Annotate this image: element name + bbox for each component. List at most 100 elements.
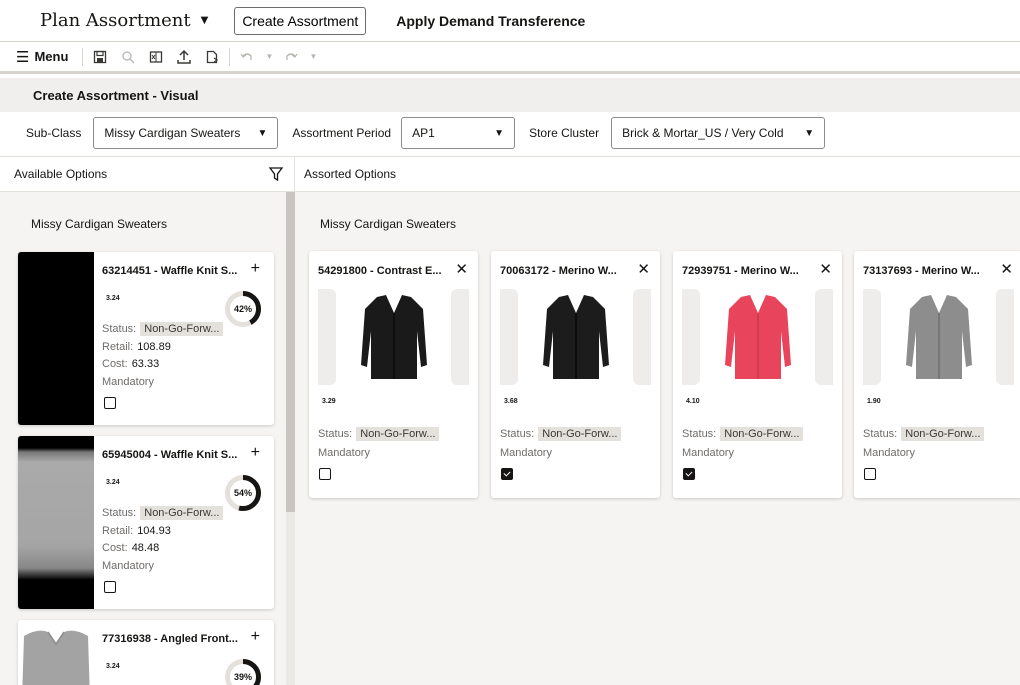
next-image[interactable] <box>996 289 1014 385</box>
available-option-card[interactable]: 65945004 - Waffle Knit S... + 3.24 54% S… <box>18 436 274 609</box>
toolbar-divider <box>82 47 84 66</box>
add-icon[interactable]: + <box>251 260 260 278</box>
search-icon[interactable] <box>117 46 139 68</box>
close-icon[interactable]: ✕ <box>819 260 832 278</box>
status-label: Status: <box>318 428 353 440</box>
status-badge: Non-Go-Forw... <box>720 427 804 441</box>
status-row: Status: Non-Go-Forw... <box>682 427 804 441</box>
close-icon[interactable]: ✕ <box>1000 260 1013 278</box>
next-image[interactable] <box>815 289 833 385</box>
excel-export-icon[interactable] <box>145 46 167 68</box>
available-options-title: Available Options <box>14 167 108 181</box>
scrollbar[interactable] <box>286 192 295 685</box>
assorted-options-pane: Missy Cardigan Sweaters 54291800 - Contr… <box>295 192 1020 685</box>
plan-title: Plan Assortment <box>40 10 191 31</box>
hamburger-icon: ☰ <box>16 48 30 66</box>
status-label: Status: <box>102 323 137 335</box>
product-image <box>526 289 625 385</box>
option-title: 63214451 - Waffle Knit S... <box>102 265 238 277</box>
image-carousel[interactable] <box>863 289 1014 385</box>
retail-label: Retail: <box>102 341 134 353</box>
product-image <box>889 289 988 385</box>
assorted-option-card[interactable]: 54291800 - Contrast E... ✕ 3.29 Status: … <box>309 251 478 498</box>
status-label: Status: <box>682 428 717 440</box>
image-carousel[interactable] <box>682 289 833 385</box>
status-badge: Non-Go-Forw... <box>538 427 622 441</box>
mandatory-checkbox[interactable] <box>864 468 876 480</box>
assorted-option-card[interactable]: 70063172 - Merino W... ✕ 3.68 Status: No… <box>491 251 660 498</box>
caret-down-icon: ▼ <box>804 127 815 139</box>
mandatory-label: Mandatory <box>102 560 154 572</box>
next-image[interactable] <box>451 289 469 385</box>
option-metric: 3.68 <box>504 398 518 405</box>
previous-image[interactable] <box>863 289 881 385</box>
assorted-options-title: Assorted Options <box>304 167 397 181</box>
cost-row: Cost: 48.48 <box>102 542 159 554</box>
percent-label: 54% <box>233 488 252 498</box>
mandatory-label: Mandatory <box>102 376 154 388</box>
redo-icon[interactable] <box>280 46 302 68</box>
assortment-period-label: Assortment Period <box>292 126 392 140</box>
available-option-card[interactable]: 63214451 - Waffle Knit S... + 3.24 42% S… <box>18 252 274 425</box>
available-group-title: Missy Cardigan Sweaters <box>31 217 168 231</box>
add-icon[interactable]: + <box>251 628 260 646</box>
add-icon[interactable]: + <box>251 444 260 462</box>
image-carousel[interactable] <box>318 289 469 385</box>
status-label: Status: <box>863 428 898 440</box>
option-title: 72939751 - Merino W... <box>682 265 799 277</box>
product-image <box>708 289 807 385</box>
available-options-header: Available Options <box>0 156 295 192</box>
store-cluster-label: Store Cluster <box>529 126 600 140</box>
caret-down-icon: ▼ <box>257 127 268 139</box>
undo-dropdown-icon[interactable]: ▼ <box>258 46 280 68</box>
percent-label: 39% <box>233 672 252 682</box>
document-icon[interactable] <box>201 46 223 68</box>
menu-button[interactable]: ☰ Menu <box>16 48 68 66</box>
previous-image[interactable] <box>682 289 700 385</box>
retail-label: Retail: <box>102 525 134 537</box>
assorted-option-card[interactable]: 72939751 - Merino W... ✕ 4.10 Status: No… <box>673 251 842 498</box>
assortment-period-select[interactable]: AP1 ▼ <box>401 117 516 149</box>
toolbar: ☰ Menu ▼ ▼ <box>0 42 1020 74</box>
mandatory-checkbox[interactable] <box>104 581 116 593</box>
retail-value: 104.93 <box>137 525 171 537</box>
status-label: Status: <box>500 428 535 440</box>
option-title: 54291800 - Contrast E... <box>318 265 442 277</box>
toolbar-divider <box>229 47 231 66</box>
previous-image[interactable] <box>500 289 518 385</box>
cost-label: Cost: <box>102 358 128 370</box>
mandatory-checkbox[interactable] <box>683 468 695 480</box>
close-icon[interactable]: ✕ <box>637 260 650 278</box>
product-image <box>18 620 94 685</box>
mandatory-checkbox[interactable] <box>319 468 331 480</box>
retail-row: Retail: 104.93 <box>102 525 171 537</box>
mandatory-checkbox[interactable] <box>501 468 513 480</box>
menu-label: Menu <box>34 49 69 64</box>
image-carousel[interactable] <box>500 289 651 385</box>
subclass-select[interactable]: Missy Cardigan Sweaters ▼ <box>93 117 279 149</box>
option-metric: 3.24 <box>106 663 120 670</box>
assortment-period-value: AP1 <box>412 126 435 140</box>
next-image[interactable] <box>633 289 651 385</box>
upload-icon[interactable] <box>173 46 195 68</box>
option-metric: 3.24 <box>106 479 120 486</box>
cost-row: Cost: 63.33 <box>102 358 159 370</box>
scrollbar-thumb[interactable] <box>286 192 295 512</box>
close-icon[interactable]: ✕ <box>455 260 468 278</box>
available-option-card[interactable]: 77316938 - Angled Front... + 3.24 39% <box>18 620 274 685</box>
create-assortment-button[interactable]: Create Assortment <box>234 6 367 35</box>
status-badge: Non-Go-Forw... <box>901 427 985 441</box>
save-icon[interactable] <box>89 46 111 68</box>
page-title: Create Assortment - Visual <box>0 78 1020 112</box>
store-cluster-value: Brick & Mortar_US / Very Cold <box>622 126 784 140</box>
redo-dropdown-icon[interactable]: ▼ <box>302 46 324 68</box>
status-label: Status: <box>102 507 137 519</box>
apply-demand-transference-link[interactable]: Apply Demand Transference <box>396 13 585 29</box>
undo-icon[interactable] <box>236 46 258 68</box>
mandatory-checkbox[interactable] <box>104 397 116 409</box>
filter-icon[interactable] <box>268 166 284 182</box>
assorted-option-card[interactable]: 73137693 - Merino W... ✕ 1.90 Status: No… <box>854 251 1020 498</box>
store-cluster-select[interactable]: Brick & Mortar_US / Very Cold ▼ <box>611 117 826 149</box>
plan-assortment-dropdown[interactable]: Plan Assortment ▼ <box>40 10 208 31</box>
previous-image[interactable] <box>318 289 336 385</box>
